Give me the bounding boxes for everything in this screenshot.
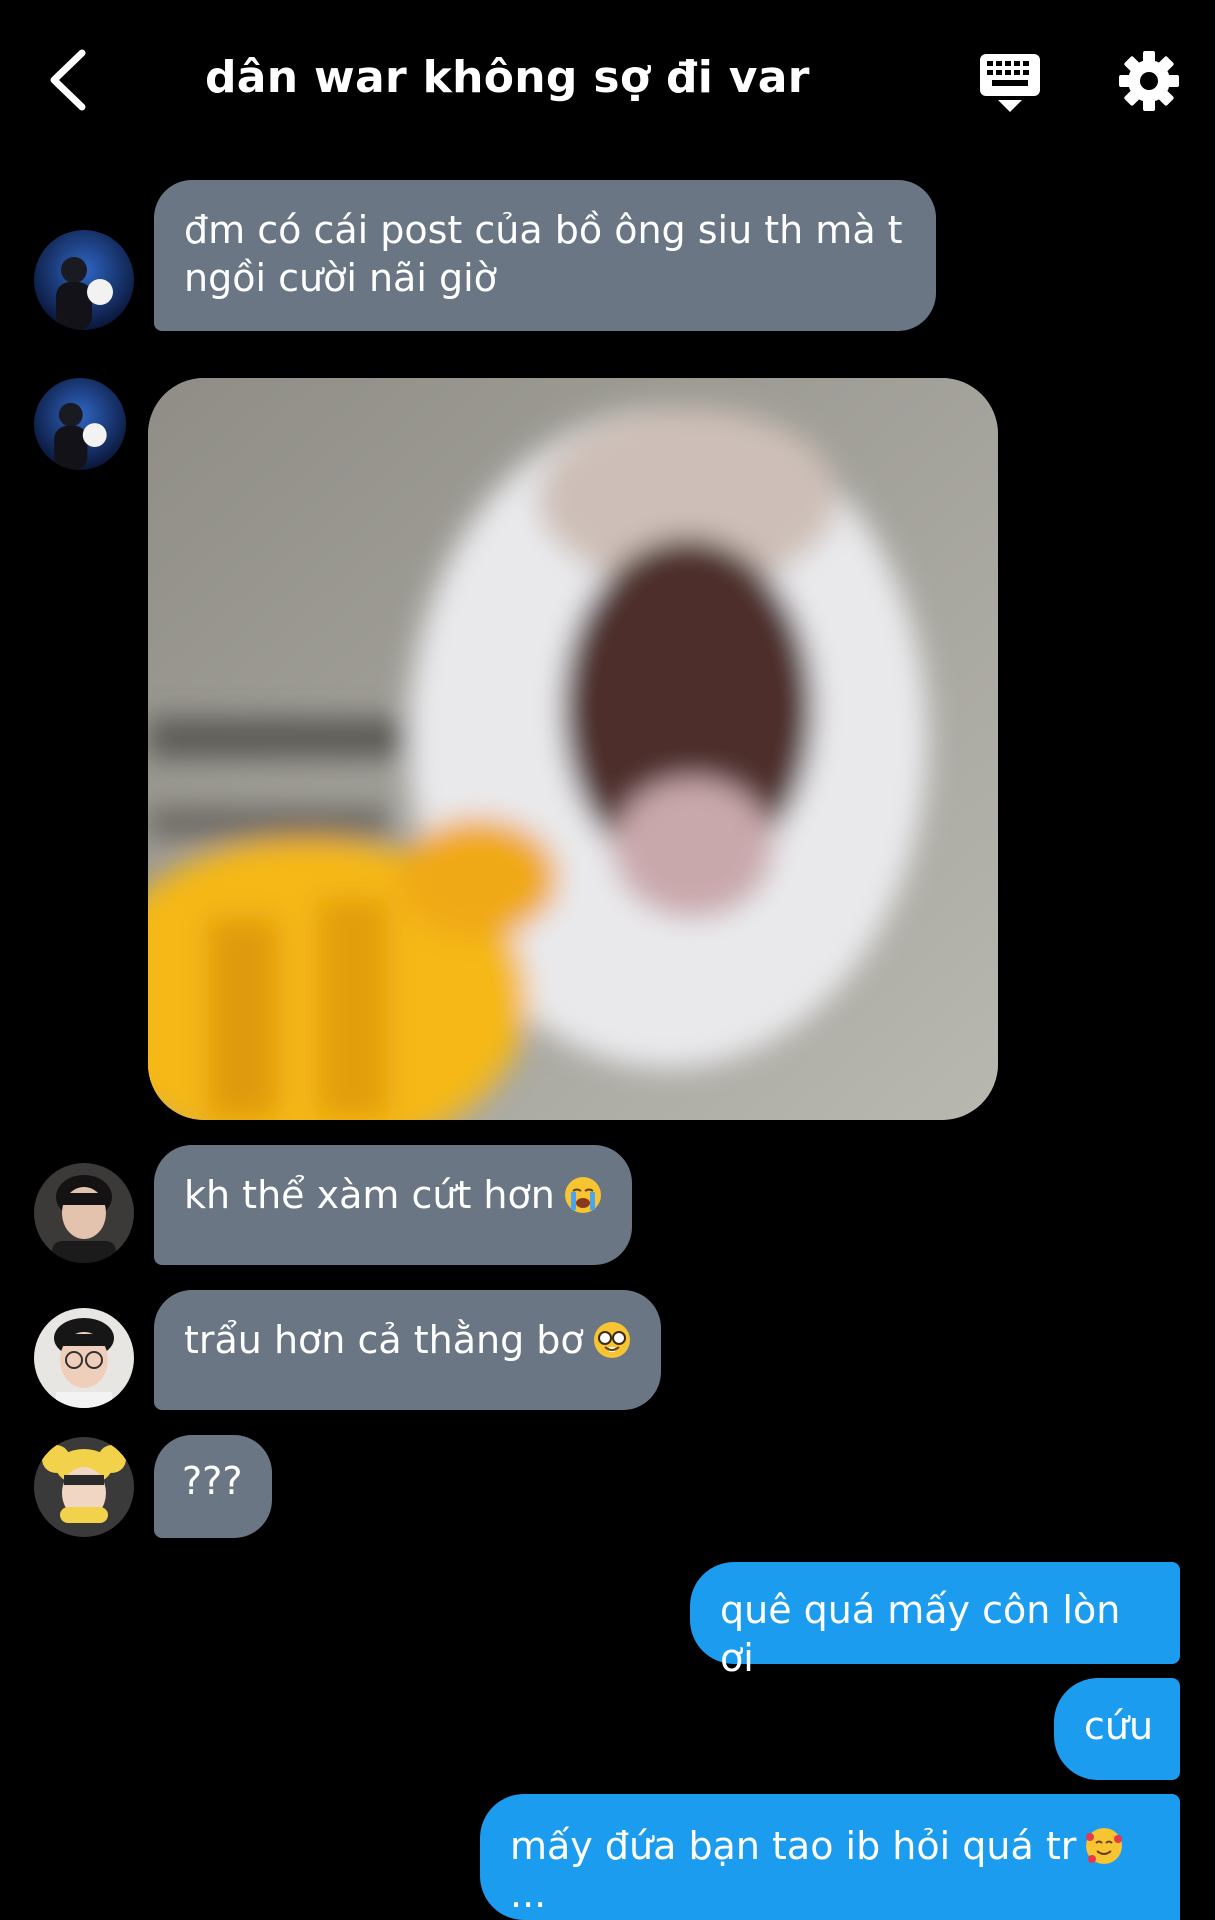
message-text: cứu [1084,1704,1154,1748]
message-text: mấy đứa bạn tao ib hỏi quá tr [510,1824,1077,1868]
avatar-image [34,1308,134,1408]
message-bubble[interactable]: ??? [154,1435,272,1538]
keyboard-icon [980,54,1040,112]
message-text: quê quá mấy côn lòn ơi [720,1588,1121,1680]
avatar[interactable] [34,378,126,470]
message-text: trẩu hơn cả thằng bơ [184,1318,584,1362]
avatar-image [34,230,134,330]
avatar[interactable] [34,1308,134,1408]
avatar-image [34,1437,134,1537]
media-image[interactable] [148,378,998,1120]
outgoing-message-bubble[interactable]: quê quá mấy côn lòn ơi [690,1562,1180,1680]
truncation-ellipsis: ... [510,1872,547,1916]
outgoing-message-bubble[interactable]: mấy đứa bạn tao ib hỏi quá tr ... [480,1794,1180,1920]
message-bubble[interactable]: trẩu hơn cả thằng bơ [154,1290,661,1410]
smiling-face-with-hearts-emoji-icon [1086,1828,1123,1864]
chat-title: dân war không sợ đi var [205,52,810,103]
outgoing-message-bubble[interactable]: cứu [1054,1678,1180,1780]
chevron-left-icon [50,49,86,111]
chat-header: dân war không sợ đi var [0,0,1215,160]
keyboard-button[interactable] [978,52,1042,114]
back-button[interactable] [40,45,110,115]
avatar-image [34,378,126,470]
message-bubble[interactable]: đm có cái post của bồ ông siu th mà t ng… [154,180,936,331]
message-bubble[interactable]: kh thể xàm cứt hơn [154,1145,632,1265]
nerd-face-emoji-icon [593,1322,630,1358]
message-text: ??? [182,1459,243,1503]
avatar[interactable] [34,230,134,330]
gear-icon [1119,51,1179,111]
avatar[interactable] [34,1163,134,1263]
message-text: kh thể xàm cứt hơn [184,1173,555,1217]
settings-button[interactable] [1118,50,1180,112]
loudly-crying-emoji-icon [564,1177,601,1213]
avatar[interactable] [34,1437,134,1537]
avatar-image [34,1163,134,1263]
screaming-cat-image [148,378,998,1120]
message-text: đm có cái post của bồ ông siu th mà t ng… [184,208,903,300]
